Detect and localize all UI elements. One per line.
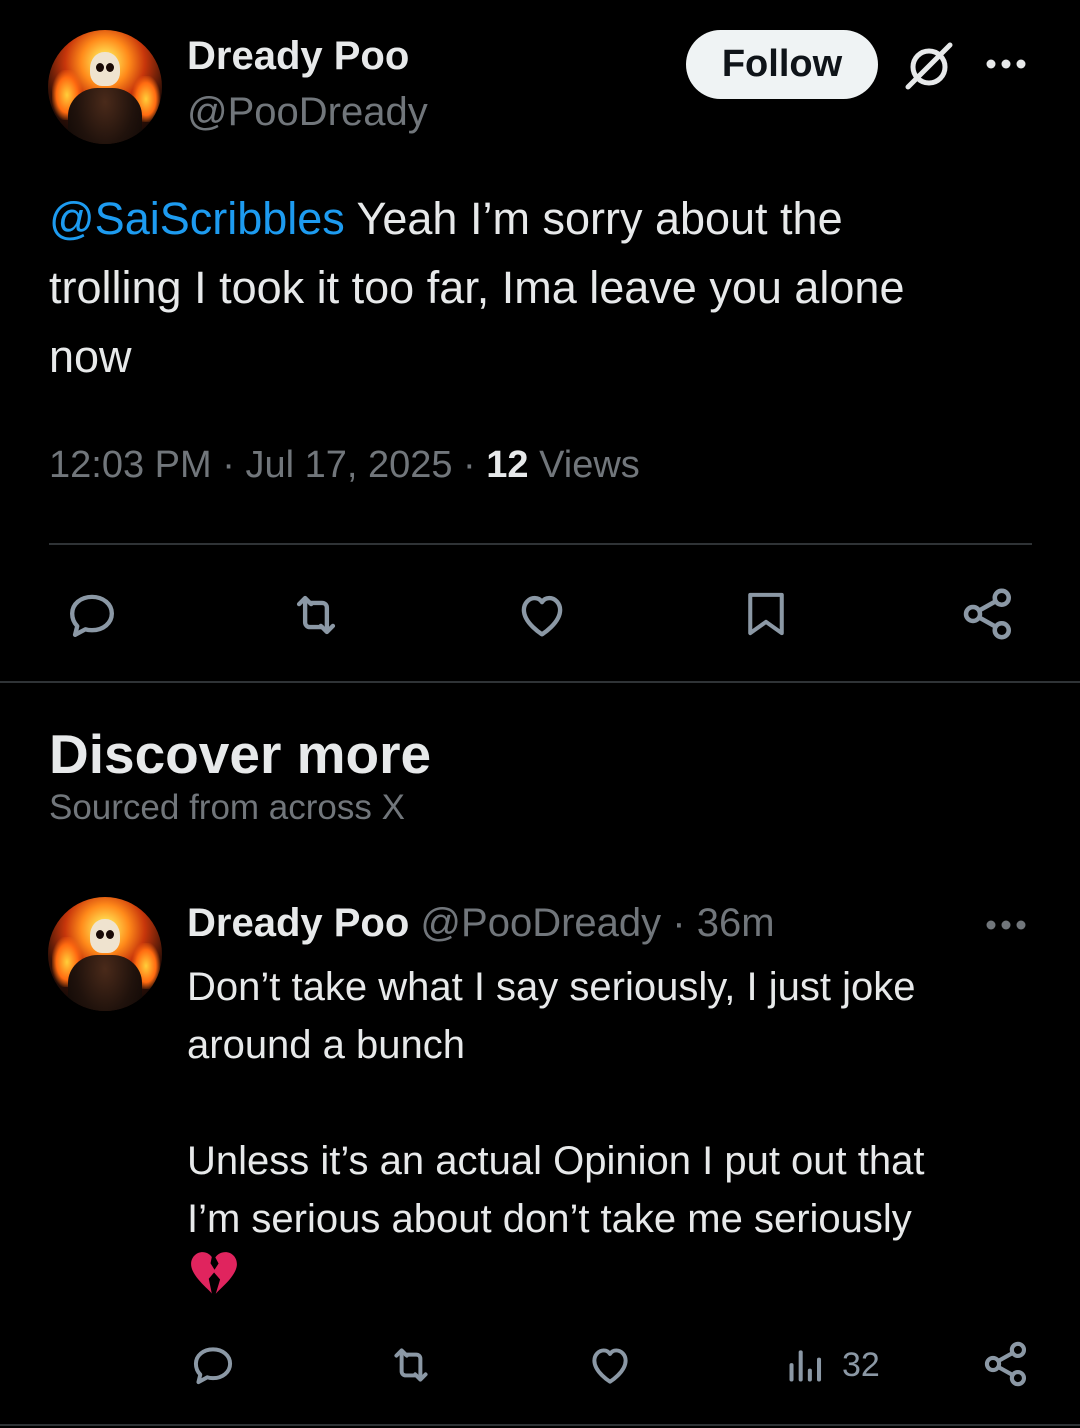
bookmark-icon[interactable] [734, 582, 798, 646]
broken-heart-emoji: 💔 [187, 1250, 243, 1298]
reply-reply-icon[interactable] [186, 1338, 240, 1392]
follow-button[interactable]: Follow [686, 30, 878, 99]
reply-views-count: 32 [842, 1345, 880, 1384]
bottom-divider [0, 1424, 1080, 1426]
reply-header: Dready Poo @PooDready · 36m [187, 901, 775, 945]
tweet-text: @SaiScribbles Yeah I’m sorry about the t… [49, 184, 1039, 391]
tweet-meta: 12:03 PM · Jul 17, 2025 · 12 Views [49, 444, 640, 486]
reply-views[interactable]: 32 [784, 1340, 896, 1390]
share-icon[interactable] [956, 582, 1020, 646]
discover-title: Discover more [49, 723, 432, 785]
reply-author-avatar[interactable] [48, 897, 162, 1011]
author-handle[interactable]: @PooDready [187, 90, 428, 135]
reply-like-icon[interactable] [582, 1338, 638, 1392]
reply-share-icon[interactable] [978, 1336, 1034, 1392]
grok-icon[interactable] [900, 38, 958, 94]
reply-icon[interactable] [60, 585, 124, 645]
retweet-icon[interactable] [284, 585, 348, 645]
views-icon [789, 1350, 822, 1382]
author-name[interactable]: Dready Poo [187, 34, 409, 79]
views-count: 12 [486, 444, 529, 486]
author-avatar[interactable] [48, 30, 162, 144]
views-label: Views [539, 444, 640, 486]
reply-text-line4: I’m serious about don’t take me seriousl… [187, 1197, 912, 1241]
reply-author-name[interactable]: Dready Poo [187, 901, 409, 945]
tweet-time[interactable]: 12:03 PM [49, 444, 212, 486]
reply-more-icon[interactable] [982, 910, 1030, 940]
tweet-text-line3: now [49, 331, 132, 382]
reply-age[interactable]: 36m [697, 901, 775, 945]
reply-text: Don’t take what I say seriously, I just … [187, 958, 1057, 1248]
tweet-text-line1: Yeah I’m sorry about the [344, 193, 843, 244]
reply-author-handle[interactable]: @PooDready [420, 901, 661, 945]
mention-link[interactable]: @SaiScribbles [49, 193, 345, 244]
reply-text-line1: Don’t take what I say seriously, I just … [187, 965, 916, 1009]
discover-subtitle: Sourced from across X [49, 788, 405, 827]
divider [49, 543, 1032, 545]
reply-text-line3: Unless it’s an actual Opinion I put out … [187, 1139, 925, 1183]
more-icon[interactable] [982, 46, 1030, 82]
like-icon[interactable] [510, 585, 574, 645]
tweet-text-line2: trolling I took it too far, Ima leave yo… [49, 262, 905, 313]
reply-text-line2: around a bunch [187, 1023, 466, 1067]
reply-retweet-icon[interactable] [382, 1338, 440, 1392]
section-divider [0, 681, 1080, 683]
tweet-date[interactable]: Jul 17, 2025 [245, 444, 452, 486]
